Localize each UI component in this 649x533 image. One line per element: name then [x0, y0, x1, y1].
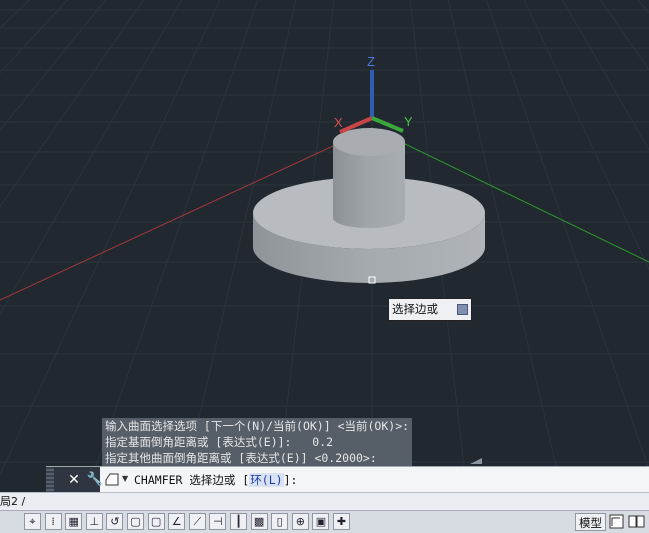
selection-tooltip[interactable]: 选择边或 [388, 298, 472, 321]
coordinate-icon[interactable]: ⌖ [24, 513, 41, 530]
lineweight-icon[interactable]: ┃ [230, 513, 247, 530]
x-axis-label: X [334, 115, 343, 130]
option-key: L [268, 473, 276, 487]
command-prefix: CHAMFER 选择边或 [ [134, 473, 250, 487]
command-history: 输入曲面选择选项 [下一个(N)/当前(OK)] <当前(OK)>: 指定基面倒… [102, 418, 413, 466]
workspace-icon[interactable]: ▣ [312, 513, 330, 530]
z-axis-label: Z [367, 54, 375, 69]
annotation-icon[interactable]: ⊕ [291, 513, 309, 530]
option-label: 环( [250, 473, 269, 487]
dynamic-input-icon[interactable]: ⊣ [209, 513, 227, 530]
command-line-tools: ✕ 🔧 [54, 467, 103, 493]
drag-handle[interactable] [46, 467, 54, 493]
layout-tabs-bar: 局2 / [0, 492, 649, 511]
tooltip-label: 选择边或 [392, 302, 438, 316]
grid-icon[interactable]: ▦ [65, 513, 83, 530]
close-icon[interactable]: ✕ [65, 470, 83, 490]
history-line: 指定其他曲面倒角距离或 [表达式(E)] <0.2000>: [102, 450, 413, 466]
model-button[interactable]: 模型 [575, 513, 606, 531]
transparency-icon[interactable]: ▩ [250, 513, 268, 530]
paper-space-icon[interactable] [608, 513, 625, 530]
osnap3d-icon[interactable]: ▢ [147, 513, 165, 530]
dropdown-arrow-icon[interactable] [457, 304, 468, 315]
command-suffix: ]: [283, 473, 298, 487]
tab-layout2[interactable]: 局2 / [0, 493, 25, 511]
option-close: ) [275, 473, 283, 487]
infer-icon[interactable]: ⁞ [44, 513, 62, 530]
option-loop[interactable]: 环(L) [249, 473, 284, 487]
command-input[interactable]: CHAMFER 选择边或 [环(L)]: [134, 467, 297, 493]
dynucs-icon[interactable]: ↺ [106, 513, 124, 530]
plus-icon[interactable]: ✚ [333, 513, 350, 530]
status-bar: ⌖ ⁞ ▦ ⊥ ↺ ▢ ▢ ∠ ⟋ ⊣ ┃ ▩ ▯ ⊕ ▣ ✚ 模型 [0, 510, 649, 533]
history-line: 输入曲面选择选项 [下一个(N)/当前(OK)] <当前(OK)>: [102, 418, 413, 434]
command-line-bar: ✕ 🔧 ▼ CHAMFER 选择边或 [环(L)]: [46, 466, 649, 493]
selection-cycling-icon[interactable]: ▯ [271, 513, 289, 530]
recent-commands-icon[interactable] [104, 471, 120, 487]
polar-icon[interactable]: ∠ [168, 513, 186, 530]
layout-icon[interactable] [628, 513, 645, 530]
otrack-icon[interactable]: ⟋ [188, 513, 206, 530]
osnap-icon[interactable]: ▢ [127, 513, 144, 530]
y-axis-label: Y [404, 114, 413, 129]
snap-icon[interactable]: ⊥ [85, 513, 103, 530]
history-line: 指定基面倒角距离或 [表达式(E)]: 0.2 [102, 434, 413, 450]
wrench-icon[interactable]: 🔧 [86, 470, 104, 490]
chevron-down-icon[interactable]: ▼ [122, 474, 128, 483]
